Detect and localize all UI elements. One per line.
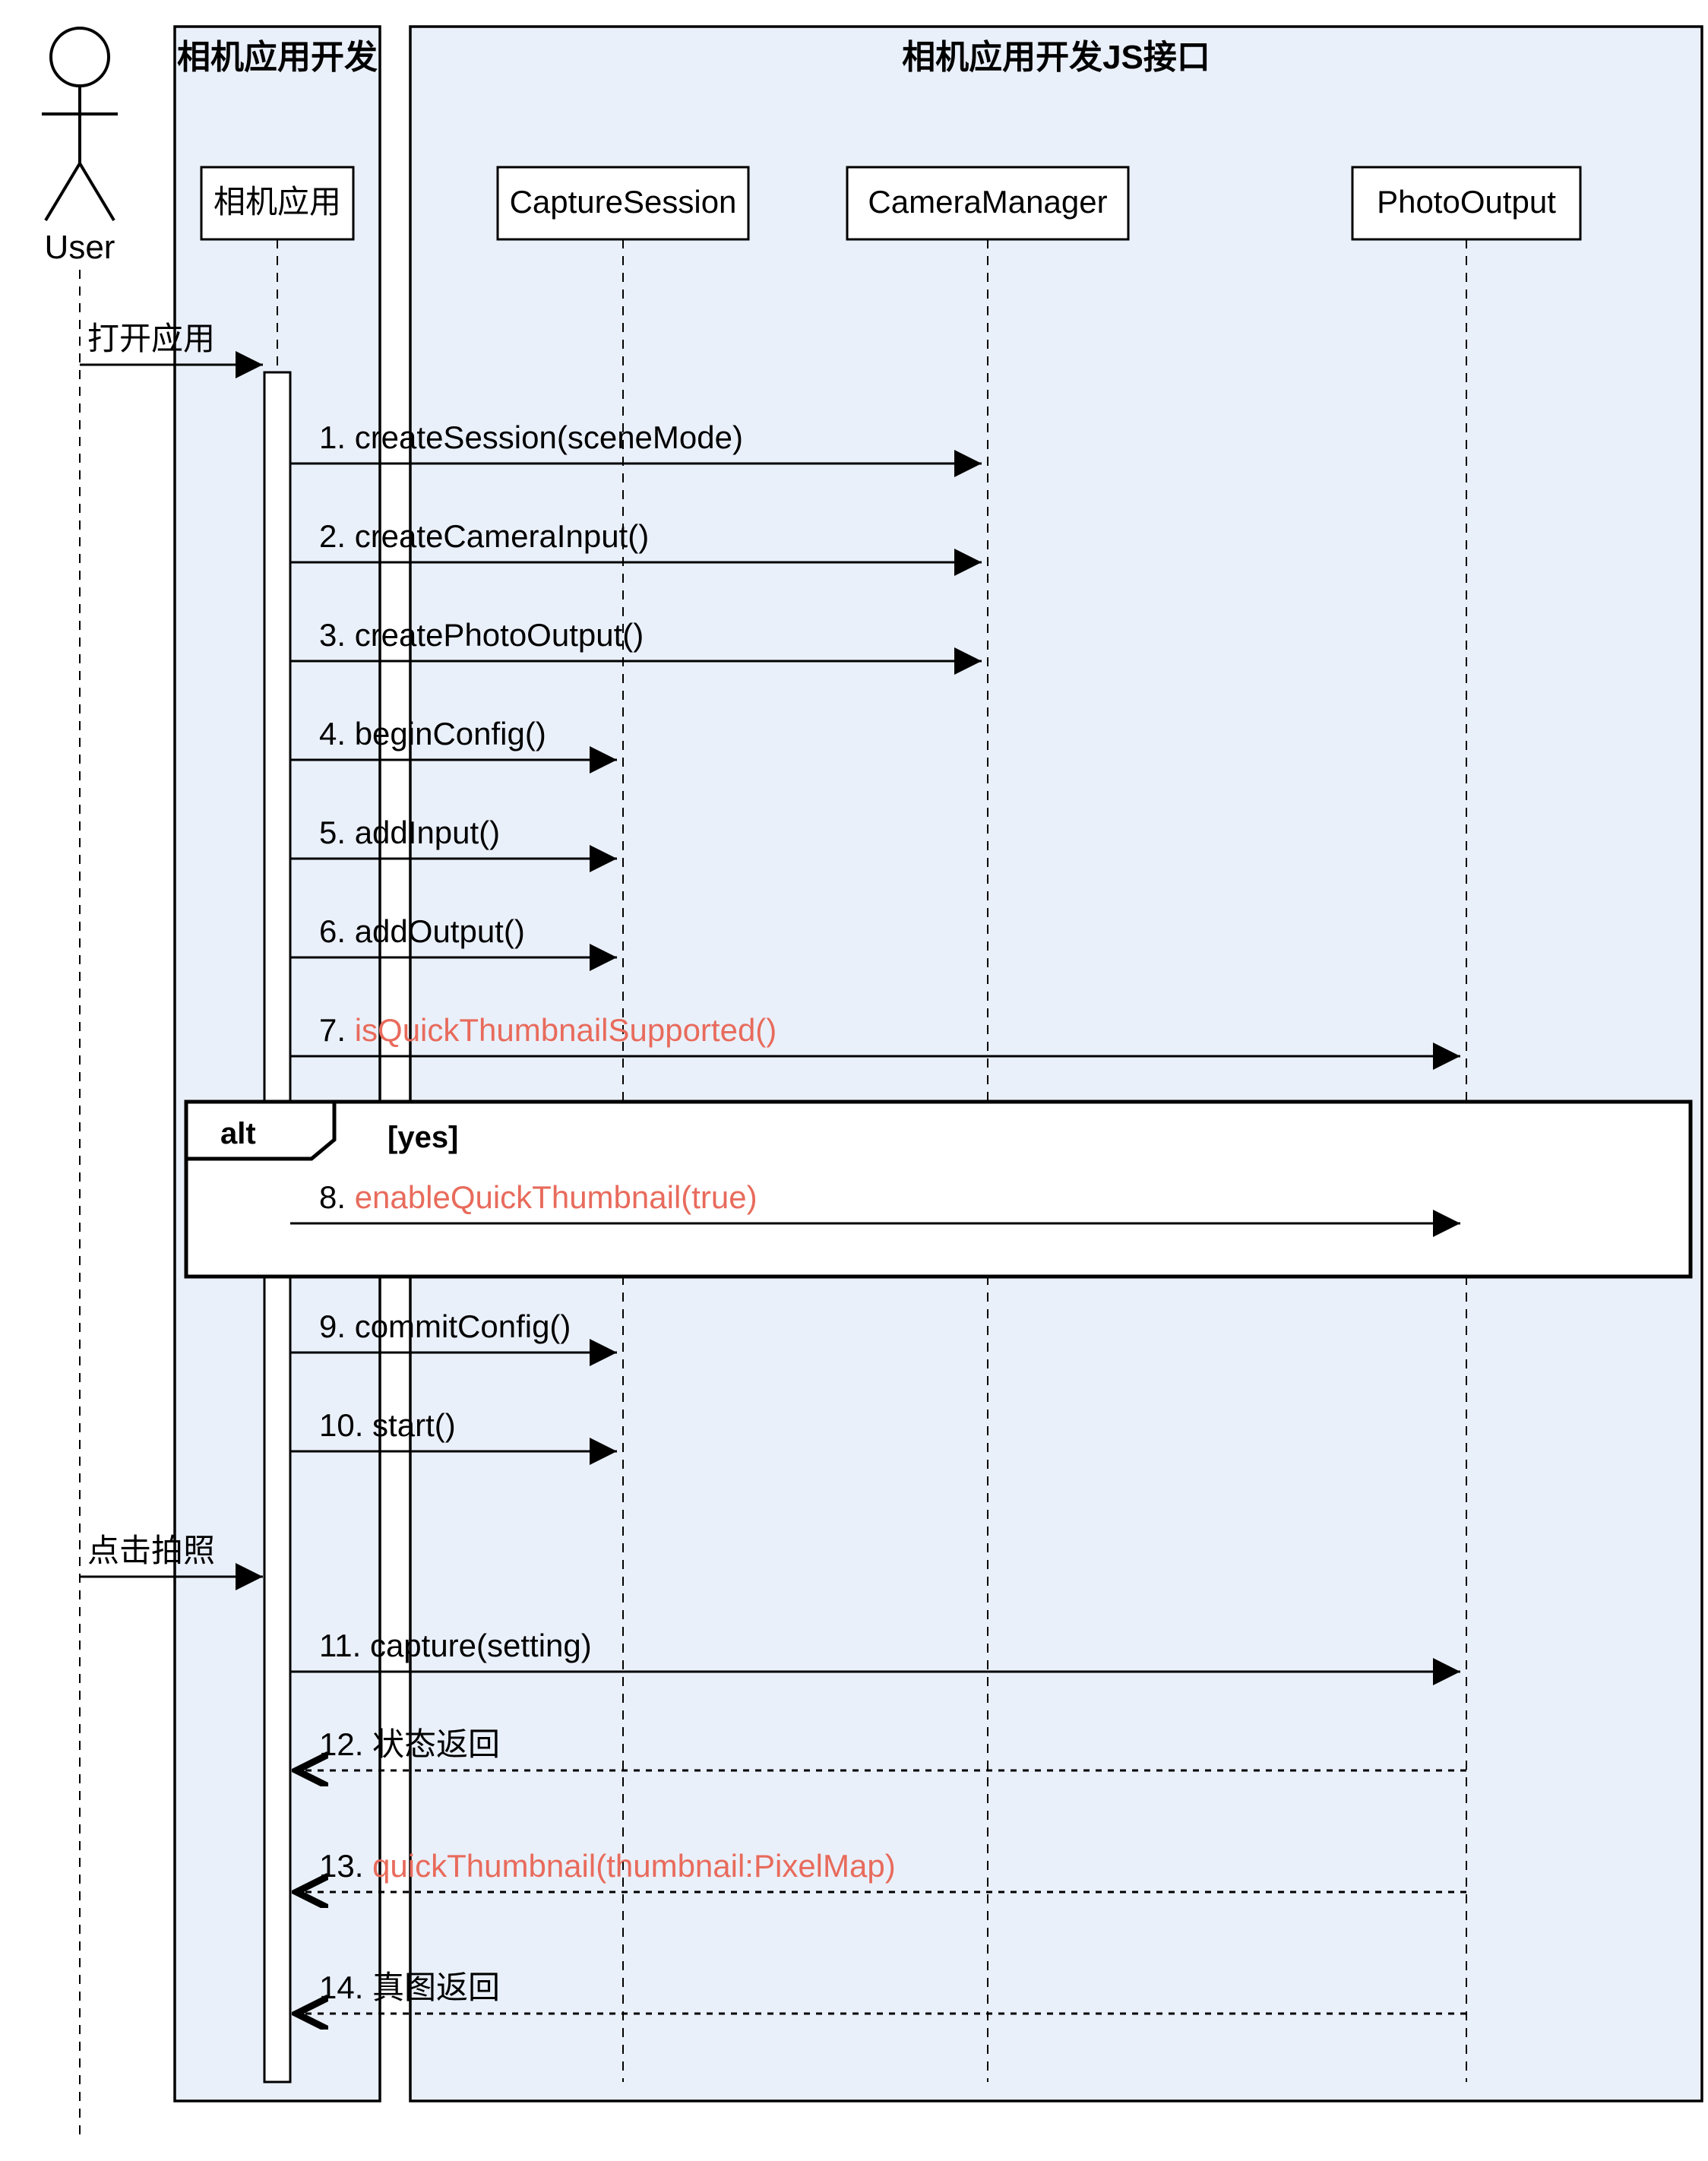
msg-10: 10. start() (319, 1407, 456, 1443)
svg-text:[yes]: [yes] (387, 1121, 458, 1154)
alt-frame: alt [yes] 8. enableQuickThumbnail(true) (186, 1102, 1691, 1277)
msg-12: 12. 状态返回 (319, 1726, 500, 1762)
msg-6: 6. addOutput() (319, 913, 525, 949)
svg-text:PhotoOutput: PhotoOutput (1377, 184, 1556, 220)
group-right (410, 27, 1702, 2101)
svg-text:CameraManager: CameraManager (868, 184, 1107, 220)
svg-text:相机应用: 相机应用 (214, 184, 341, 220)
svg-text:alt: alt (220, 1117, 256, 1150)
msg-open: 打开应用 (87, 321, 215, 356)
msg-4: 4. beginConfig() (319, 716, 546, 751)
msg-1: 1. createSession(sceneMode) (319, 419, 743, 455)
group-left-title: 相机应用开发 (177, 39, 378, 76)
msg-8: 8. enableQuickThumbnail(true) (319, 1179, 758, 1215)
actor-label: User (45, 229, 115, 266)
msg-13: 13. quickThumbnail(thumbnail:PixelMap) (319, 1848, 896, 1884)
sequence-diagram: User 相机应用开发 相机应用开发JS接口 相机应用 CaptureSessi… (15, 15, 1708, 2146)
msg-3: 3. createPhotoOutput() (319, 617, 644, 653)
msg-7: 7. isQuickThumbnailSupported() (319, 1012, 777, 1048)
msg-click: 点击拍照 (87, 1533, 215, 1568)
msg-14: 14. 真图返回 (319, 1970, 500, 2005)
svg-text:CaptureSession: CaptureSession (510, 184, 737, 220)
msg-11: 11. capture(setting) (319, 1628, 592, 1663)
msg-9: 9. commitConfig() (319, 1308, 571, 1344)
msg-2: 2. createCameraInput() (319, 518, 649, 554)
msg-5: 5. addInput() (319, 815, 500, 850)
group-right-title: 相机应用开发JS接口 (902, 39, 1210, 76)
